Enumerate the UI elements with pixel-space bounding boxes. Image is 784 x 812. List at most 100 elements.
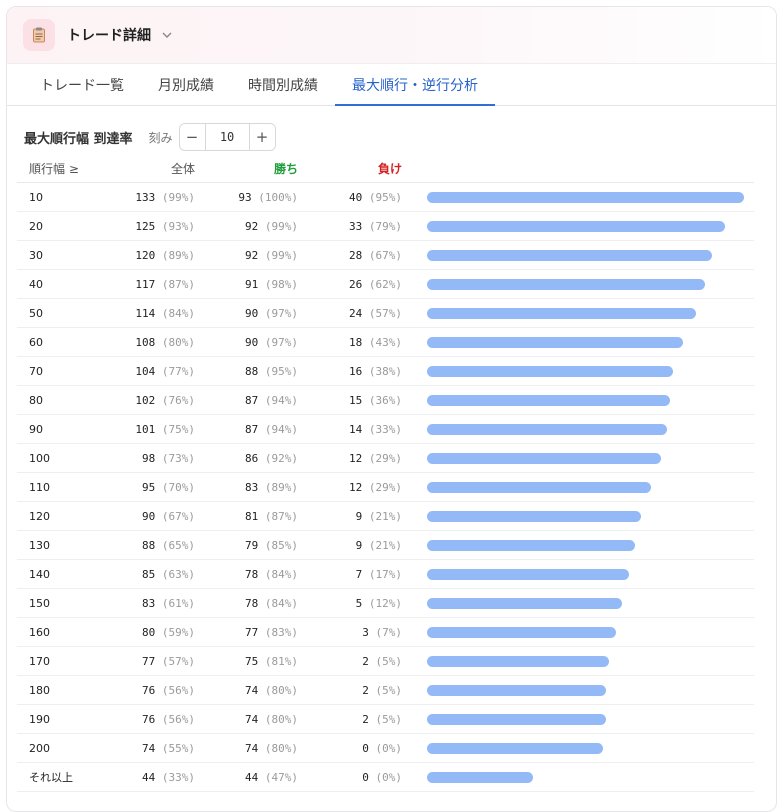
row-win-percent: (80%) [264, 683, 298, 697]
row-loss-percent: (21%) [368, 509, 402, 523]
table-row: 80 102 (76%) 87 (94%) 15 (36%) [17, 386, 754, 415]
row-all-percent: (99%) [161, 190, 195, 204]
row-loss-count: 0 [362, 741, 369, 755]
row-all: 76 (56%) [117, 684, 195, 697]
row-win-count: 75 [245, 654, 259, 668]
row-win-count: 81 [245, 509, 259, 523]
row-loss-percent: (12%) [368, 596, 402, 610]
row-bar-cell [402, 336, 754, 348]
row-win: 91 (98%) [195, 278, 298, 291]
step-decrement-button[interactable]: − [179, 124, 205, 150]
row-all-count: 85 [142, 567, 156, 581]
row-bar-cell [402, 249, 754, 261]
row-win-percent: (97%) [264, 306, 298, 320]
row-all-count: 95 [142, 480, 156, 494]
row-win-count: 44 [245, 770, 259, 784]
row-threshold: 130 [29, 538, 50, 552]
row-all: 117 (87%) [117, 278, 195, 291]
table-row: 130 88 (65%) 79 (85%) 9 (21%) [17, 531, 754, 560]
reach-bar [427, 278, 706, 290]
row-threshold: それ以上 [29, 771, 73, 784]
table-body: 10 133 (99%) 93 (100%) 40 (95%) 20 125 (93%) 9… [17, 183, 754, 792]
row-win-count: 79 [245, 538, 259, 552]
row-win-count: 93 [238, 190, 252, 204]
row-loss-percent: (33%) [368, 422, 402, 436]
row-all: 120 (89%) [117, 249, 195, 262]
row-loss: 2 (5%) [298, 713, 402, 726]
row-win-count: 74 [245, 741, 259, 755]
row-win-count: 78 [245, 596, 259, 610]
row-all-percent: (93%) [161, 219, 195, 233]
column-header-threshold: 順行幅 ≥ [29, 161, 79, 176]
row-loss-count: 2 [362, 683, 369, 697]
row-loss: 0 (0%) [298, 771, 402, 784]
row-all-percent: (77%) [161, 364, 195, 378]
step-increment-button[interactable]: + [249, 124, 275, 150]
row-bar-cell [402, 394, 754, 406]
reach-bar-track [427, 191, 747, 203]
reach-bar-track [427, 394, 747, 406]
row-all: 77 (57%) [117, 655, 195, 668]
row-all-count: 83 [142, 596, 156, 610]
reach-bar [427, 481, 651, 493]
reach-bar [427, 452, 661, 464]
row-all: 95 (70%) [117, 481, 195, 494]
row-bar-cell [402, 713, 754, 725]
table-row: 50 114 (84%) 90 (97%) 24 (57%) [17, 299, 754, 328]
row-bar-cell [402, 510, 754, 522]
reach-bar-track [427, 771, 747, 783]
reach-bar [427, 191, 744, 203]
row-loss-percent: (5%) [375, 683, 403, 697]
row-threshold: 70 [29, 364, 43, 378]
reach-bar [427, 771, 533, 783]
row-win-percent: (99%) [264, 219, 298, 233]
row-loss-percent: (43%) [368, 335, 402, 349]
tab-trade-list[interactable]: トレード一覧 [23, 64, 141, 105]
reach-bar-track [427, 597, 747, 609]
reach-bar [427, 423, 667, 435]
row-loss-count: 28 [349, 248, 363, 262]
chevron-down-icon[interactable] [161, 29, 173, 41]
reach-bar-track [427, 655, 747, 667]
row-threshold: 100 [29, 451, 50, 465]
row-all: 74 (55%) [117, 742, 195, 755]
tab-hourly-results[interactable]: 時間別成績 [231, 64, 335, 105]
table-row: 160 80 (59%) 77 (83%) 3 (7%) [17, 618, 754, 647]
row-loss-percent: (38%) [368, 364, 402, 378]
row-win-percent: (89%) [264, 480, 298, 494]
row-all-count: 101 [135, 422, 156, 436]
reach-bar-track [427, 278, 747, 290]
row-loss: 12 (29%) [298, 481, 402, 494]
row-all-percent: (33%) [161, 770, 195, 784]
tab-monthly-results[interactable]: 月別成績 [141, 64, 231, 105]
row-loss: 9 (21%) [298, 539, 402, 552]
reach-bar [427, 626, 616, 638]
row-bar-cell [402, 481, 754, 493]
row-loss: 7 (17%) [298, 568, 402, 581]
step-value-input[interactable]: 10 [204, 124, 250, 150]
row-loss-percent: (29%) [368, 451, 402, 465]
row-all-count: 125 [135, 219, 156, 233]
row-all-count: 80 [142, 625, 156, 639]
tab-max-favorable-adverse[interactable]: 最大順行・逆行分析 [335, 64, 495, 106]
section-header: 最大順行幅 到達率 刻み − 10 + [7, 123, 776, 151]
row-all-count: 88 [142, 538, 156, 552]
column-header-loss: 負け [377, 161, 402, 176]
row-win: 44 (47%) [195, 771, 298, 784]
row-win-percent: (92%) [264, 451, 298, 465]
row-all: 98 (73%) [117, 452, 195, 465]
row-win-percent: (80%) [264, 712, 298, 726]
row-loss-count: 33 [349, 219, 363, 233]
row-win-count: 92 [245, 219, 259, 233]
row-bar-cell [402, 539, 754, 551]
table-row: 200 74 (55%) 74 (80%) 0 (0%) [17, 734, 754, 763]
row-all: 80 (59%) [117, 626, 195, 639]
row-loss-count: 15 [349, 393, 363, 407]
table-row: 100 98 (73%) 86 (92%) 12 (29%) [17, 444, 754, 473]
row-loss-percent: (17%) [368, 567, 402, 581]
row-bar-cell [402, 626, 754, 638]
reach-bar [427, 510, 642, 522]
row-threshold: 40 [29, 277, 43, 291]
row-bar-cell [402, 452, 754, 464]
row-loss: 18 (43%) [298, 336, 402, 349]
